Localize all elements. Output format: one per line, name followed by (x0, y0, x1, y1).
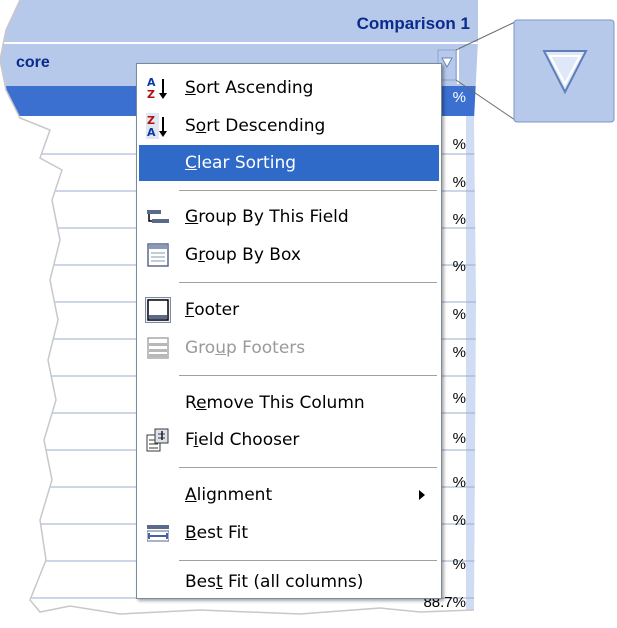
sort-descending-icon: Z A (139, 108, 177, 144)
menu-item-group-by-this-field[interactable]: Group By This Field (139, 199, 439, 235)
column-header-label[interactable]: core (16, 54, 50, 72)
filter-icon (542, 50, 588, 95)
menu-icon-slot (139, 385, 177, 421)
menu-item-footer[interactable]: Footer (139, 292, 439, 328)
svg-text:Z: Z (147, 88, 155, 101)
context-menu: A Z Sort Ascending Z A Sort Descending C… (136, 63, 442, 599)
row-value: % (452, 430, 466, 447)
menu-item-best-fit[interactable]: Best Fit (139, 515, 439, 551)
row-value: % (452, 306, 466, 323)
sort-ascending-icon: A Z (139, 70, 177, 106)
menu-item-clear-sorting[interactable]: Clear Sorting (139, 145, 439, 181)
row-value: % (452, 136, 466, 153)
menu-icon-slot (139, 477, 177, 513)
menu-item-sort-ascending[interactable]: A Z Sort Ascending (139, 70, 439, 106)
group-by-field-icon (139, 199, 177, 235)
row-value: % (452, 390, 466, 407)
menu-separator (179, 190, 437, 192)
menu-item-alignment[interactable]: Alignment (139, 477, 439, 513)
row-value: % (452, 474, 466, 491)
menu-separator (179, 375, 437, 377)
menu-item-remove-this-column[interactable]: Remove This Column (139, 385, 439, 421)
best-fit-icon (139, 515, 177, 551)
menu-item-field-chooser[interactable]: Field Chooser (139, 422, 439, 458)
svg-text:A: A (147, 126, 156, 139)
menu-icon-slot (139, 564, 177, 600)
menu-separator (179, 467, 437, 469)
menu-item-group-footers[interactable]: Group Footers (139, 330, 439, 366)
row-value: % (452, 512, 466, 529)
row-value: % (452, 556, 466, 573)
menu-item-sort-descending[interactable]: Z A Sort Descending (139, 108, 439, 144)
submenu-arrow-icon (419, 490, 425, 500)
menu-icon-slot (139, 145, 177, 181)
footer-icon (139, 292, 177, 328)
field-chooser-icon (139, 422, 177, 458)
group-header-title: Comparison 1 (356, 14, 470, 33)
row-value: % (452, 211, 466, 228)
menu-separator (179, 560, 437, 562)
menu-separator (179, 282, 437, 284)
row-value: % (452, 174, 466, 191)
row-value: % (452, 344, 466, 361)
group-by-box-icon (139, 237, 177, 273)
row-value: % (452, 89, 466, 106)
menu-item-group-by-box[interactable]: Group By Box (139, 237, 439, 273)
group-footers-icon (139, 330, 177, 366)
row-value: % (452, 258, 466, 275)
menu-item-best-fit-all-columns[interactable]: Best Fit (all columns) (139, 564, 439, 600)
